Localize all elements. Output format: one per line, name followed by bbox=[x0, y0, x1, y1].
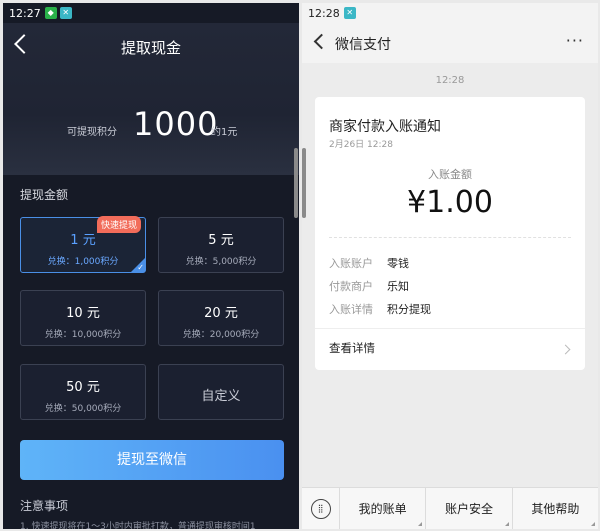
status-bar: 12:27 ◆ ✕ ▯ ◠ ◿ ◿ bbox=[3, 3, 299, 23]
available-points-value: 1000 bbox=[133, 105, 219, 143]
option-exchange: 兑换：20,000积分 bbox=[182, 330, 260, 340]
divider bbox=[329, 237, 571, 238]
card-title: 商家付款入账通知 bbox=[329, 119, 441, 135]
menu-account-security[interactable]: 账户安全 bbox=[426, 487, 513, 529]
detail-row: 入账详情 积分提现 bbox=[329, 301, 431, 317]
app-notification-icon: ✕ bbox=[59, 7, 72, 19]
more-options-icon[interactable]: ··· bbox=[566, 31, 584, 50]
screen: 12:27 ◆ ✕ ▯ ◠ ◿ ◿ 提取现金 可提现积分 1000 约1元 提现… bbox=[0, 0, 600, 531]
option-20-yuan[interactable]: 20 元 兑换：20,000积分 bbox=[158, 290, 284, 346]
wechat-pay-screen: 12:28 ✕ ▯ ◠ ◿ ◿ 微信支付 ··· 12:28 商家付款入账通知 … bbox=[302, 3, 598, 529]
points-header: 提取现金 可提现积分 1000 约1元 bbox=[3, 23, 299, 175]
amount-value: ¥1.00 bbox=[407, 185, 493, 220]
menu-my-bills[interactable]: 我的账单 bbox=[340, 487, 427, 529]
withdraw-to-wechat-button[interactable]: 提现至微信 bbox=[20, 440, 284, 480]
notes-title: 注意事项 bbox=[20, 499, 69, 513]
option-50-yuan[interactable]: 50 元 兑换：50,000积分 bbox=[20, 364, 146, 420]
page-title: 提取现金 bbox=[120, 39, 181, 57]
chevron-right-icon bbox=[560, 344, 571, 355]
chat-title: 微信支付 bbox=[335, 37, 391, 53]
option-custom[interactable]: 自定义 bbox=[158, 364, 284, 420]
menu-other-help[interactable]: 其他帮助 bbox=[513, 488, 598, 530]
amount-label: 入账金额 bbox=[428, 168, 472, 181]
available-points-label: 可提现积分 bbox=[67, 127, 117, 138]
detail-key: 入账账户 bbox=[329, 257, 373, 270]
back-arrow-icon[interactable] bbox=[313, 33, 330, 50]
detail-row: 付款商户 乐知 bbox=[329, 278, 409, 294]
keyboard-icon: ⣿ bbox=[310, 498, 331, 519]
option-amount: 50 元 bbox=[66, 380, 100, 395]
detail-key: 入账详情 bbox=[329, 303, 373, 316]
keyboard-toggle[interactable]: ⣿ bbox=[302, 487, 340, 529]
approx-cash-value: 约1元 bbox=[211, 127, 238, 138]
status-bar: 12:28 ✕ ▯ ◠ ◿ ◿ bbox=[302, 3, 598, 23]
card-date: 2月26日 12:28 bbox=[329, 140, 393, 150]
payment-notification-card[interactable]: 商家付款入账通知 2月26日 12:28 入账金额 ¥1.00 入账账户 零钱 付… bbox=[315, 97, 585, 370]
withdraw-screen: 12:27 ◆ ✕ ▯ ◠ ◿ ◿ 提取现金 可提现积分 1000 约1元 提现… bbox=[3, 3, 299, 529]
status-time: 12:28 bbox=[308, 6, 340, 20]
detail-value: 积分提现 bbox=[387, 303, 431, 316]
detail-row: 入账账户 零钱 bbox=[329, 255, 409, 271]
bottom-menu-bar: ⣿ 我的账单 账户安全 其他帮助 bbox=[302, 487, 598, 529]
option-amount: 5 元 bbox=[208, 233, 234, 248]
amount-section-title: 提现金额 bbox=[20, 188, 69, 202]
option-amount: 20 元 bbox=[204, 306, 238, 321]
option-exchange: 兑换：10,000积分 bbox=[44, 330, 122, 340]
view-details-link[interactable]: 查看详情 bbox=[329, 340, 375, 356]
option-exchange: 兑换：50,000积分 bbox=[44, 404, 122, 414]
option-10-yuan[interactable]: 10 元 兑换：10,000积分 bbox=[20, 290, 146, 346]
detail-value: 乐知 bbox=[387, 280, 409, 293]
status-time: 12:27 bbox=[9, 6, 41, 20]
detail-key: 付款商户 bbox=[329, 280, 373, 293]
message-timestamp: 12:28 bbox=[435, 75, 465, 86]
option-amount: 自定义 bbox=[201, 389, 241, 404]
divider bbox=[315, 328, 585, 329]
wechat-notification-icon: ◆ bbox=[44, 7, 57, 19]
note-item: 1. 快速提现将在1～3小时内审批打款，普通提现审核时间1 bbox=[20, 522, 256, 529]
app-notification-icon: ✕ bbox=[343, 7, 356, 19]
option-exchange: 兑换：1,000积分 bbox=[47, 257, 119, 267]
option-5-yuan[interactable]: 5 元 兑换：5,000积分 bbox=[158, 217, 284, 273]
selected-check-icon bbox=[131, 258, 145, 272]
scroll-handle bbox=[302, 148, 306, 218]
option-1-yuan[interactable]: 1 元 兑换：1,000积分 快速提现 bbox=[20, 216, 146, 273]
fast-withdraw-badge: 快速提现 bbox=[96, 216, 141, 233]
option-amount: 10 元 bbox=[66, 306, 100, 321]
detail-value: 零钱 bbox=[387, 257, 409, 270]
scroll-handle bbox=[294, 148, 298, 218]
option-exchange: 兑换：5,000积分 bbox=[185, 257, 257, 267]
chat-header: 微信支付 ··· bbox=[302, 23, 598, 63]
